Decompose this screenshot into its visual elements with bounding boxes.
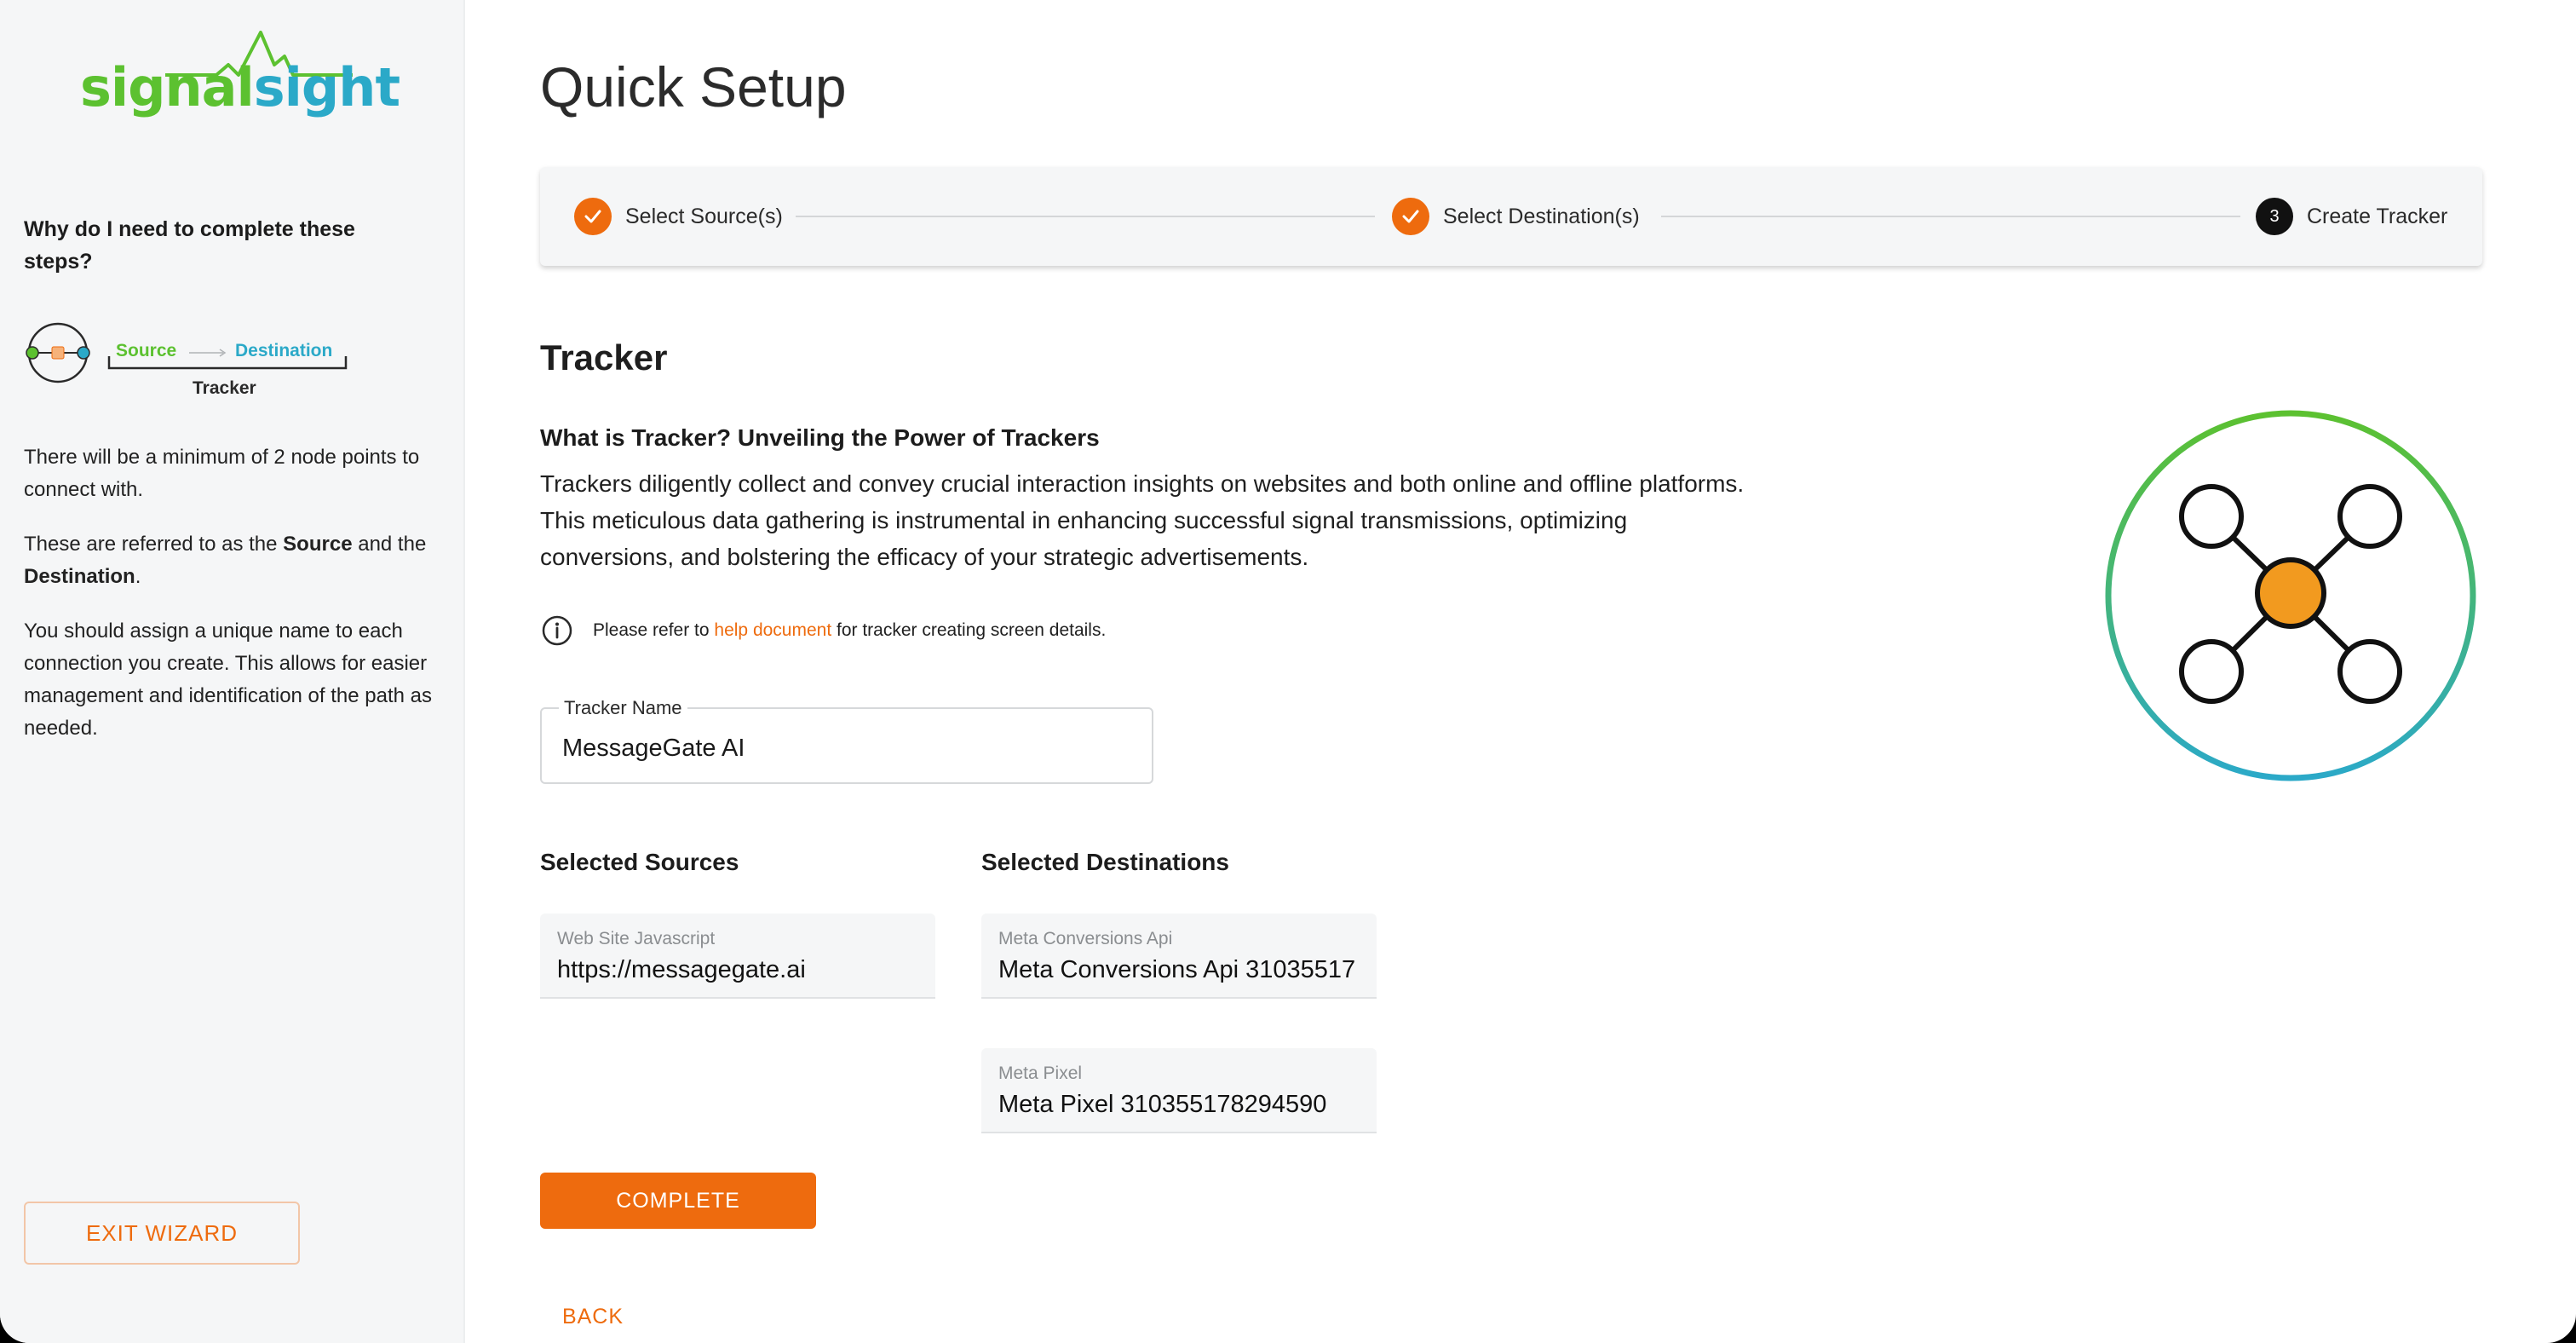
sidebar-paragraph-nodes: There will be a minimum of 2 node points… xyxy=(24,446,420,501)
diagram-source-label: Source xyxy=(116,341,177,360)
setup-stepper: Select Source(s) Select Destination(s) 3… xyxy=(540,167,2482,266)
para2-middle: and the xyxy=(352,533,427,556)
info-icon xyxy=(542,615,572,646)
destination-value: Meta Pixel 310355178294590 xyxy=(998,1091,1327,1118)
para2-destination: Destination xyxy=(24,565,135,588)
step-label: Create Tracker xyxy=(2307,204,2448,228)
tracker-name-label: Tracker Name xyxy=(559,697,687,719)
step-select-destinations[interactable]: Select Destination(s) xyxy=(1392,198,1640,235)
selected-destination-field: Meta Conversions Api Meta Conversions Ap… xyxy=(981,914,1377,999)
what-is-tracker-body: Trackers diligently collect and convey c… xyxy=(540,470,1745,570)
checkmark-icon xyxy=(574,198,612,235)
logo-part-sight: sight xyxy=(253,56,400,118)
help-info-row: Please refer to help document for tracke… xyxy=(540,612,1106,649)
sidebar: signalsight Why do I need to complete th… xyxy=(0,0,465,1343)
diagram-destination-label: Destination xyxy=(235,341,333,360)
sidebar-paragraph-source-destination: These are referred to as the Source and … xyxy=(24,528,450,593)
source-destination-diagram: Source Destination Tracker xyxy=(22,317,363,402)
destination-value: Meta Conversions Api 31035517 xyxy=(998,956,1356,983)
help-text-suffix: for tracker creating screen details. xyxy=(831,620,1107,640)
step-connector xyxy=(1661,216,2240,217)
complete-button[interactable]: COMPLETE xyxy=(540,1173,816,1229)
source-type-label: Web Site Javascript xyxy=(557,929,716,948)
para2-source: Source xyxy=(283,533,353,556)
section-title: Tracker xyxy=(540,337,668,378)
back-button[interactable]: BACK xyxy=(540,1295,646,1338)
diagram-tracker-label: Tracker xyxy=(193,378,256,398)
logo-text: signalsight xyxy=(80,61,400,114)
what-is-tracker-title: What is Tracker? Unveiling the Power of … xyxy=(540,424,1100,451)
tracker-network-icon xyxy=(2105,410,2476,781)
why-title: Why do I need to complete these steps? xyxy=(24,217,355,274)
selected-destinations-title: Selected Destinations xyxy=(981,849,1229,875)
step-label: Select Destination(s) xyxy=(1443,204,1640,228)
tracker-name-field: Tracker Name xyxy=(540,697,1153,784)
step-connector xyxy=(796,216,1375,217)
app-window: signalsight Why do I need to complete th… xyxy=(0,0,2576,1343)
para2-suffix: . xyxy=(135,565,141,588)
help-document-link[interactable]: help document xyxy=(714,620,831,640)
signalsight-logo: signalsight xyxy=(80,31,400,133)
help-text: Please refer to help document for tracke… xyxy=(593,620,1106,641)
logo-part-signal: signal xyxy=(80,56,255,118)
step-create-tracker[interactable]: 3 Create Tracker xyxy=(2256,198,2447,235)
selected-sources-title: Selected Sources xyxy=(540,849,739,875)
para2-prefix: These are referred to as the xyxy=(24,533,284,556)
step-number-badge: 3 xyxy=(2256,198,2293,235)
selected-source-field: Web Site Javascript https://messagegate.… xyxy=(540,914,935,999)
selected-destination-field: Meta Pixel Meta Pixel 310355178294590 xyxy=(981,1048,1377,1133)
exit-wizard-button[interactable]: EXIT WIZARD xyxy=(24,1202,300,1265)
tracker-name-input[interactable] xyxy=(562,729,1124,767)
sidebar-paragraph-unique-name: You should assign a unique name to each … xyxy=(24,620,432,740)
destination-type-label: Meta Conversions Api xyxy=(998,929,1173,948)
step-label: Select Source(s) xyxy=(625,204,783,228)
help-text-prefix: Please refer to xyxy=(593,620,715,640)
page-title: Quick Setup xyxy=(540,55,847,118)
step-select-sources[interactable]: Select Source(s) xyxy=(574,198,783,235)
checkmark-icon xyxy=(1392,198,1429,235)
destination-type-label: Meta Pixel xyxy=(998,1063,1083,1083)
source-value: https://messagegate.ai xyxy=(557,956,806,983)
